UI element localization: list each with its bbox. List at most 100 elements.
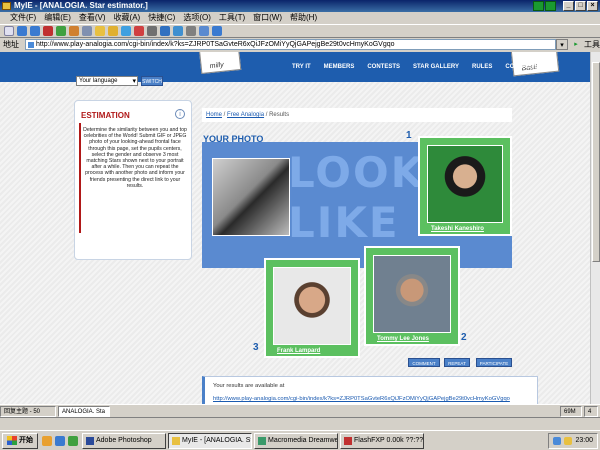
menu-window[interactable]: 窗口(W) bbox=[249, 12, 286, 24]
match-name[interactable]: Takeshi Kaneshiro bbox=[427, 226, 503, 232]
page-content: milly Basil TRY IT MEMBERS CONTESTS STAR… bbox=[0, 52, 590, 404]
menu-favorites[interactable]: 收藏(A) bbox=[110, 12, 145, 24]
task-label: MyIE - [ANALOGIA. Star ... bbox=[182, 436, 252, 444]
scrollbar-thumb[interactable] bbox=[592, 62, 600, 262]
close-button[interactable]: × bbox=[587, 1, 598, 11]
photo-signature: milly bbox=[209, 61, 225, 71]
breadcrumb-home[interactable]: Home bbox=[206, 112, 222, 118]
mail-icon[interactable] bbox=[173, 26, 183, 36]
breadcrumb-free-analogia[interactable]: Free Analogia bbox=[227, 112, 264, 118]
like-word: LIKE bbox=[288, 198, 400, 247]
folder-icon[interactable] bbox=[108, 26, 118, 36]
panel-description: Determine the similarity between you and… bbox=[83, 127, 187, 189]
pin-icon[interactable] bbox=[134, 26, 144, 36]
nav-contacts[interactable]: CONTACTS bbox=[505, 64, 538, 70]
match-card-2[interactable]: Tommy Lee Jones bbox=[364, 246, 460, 346]
volume-icon[interactable] bbox=[564, 436, 573, 445]
taskbar: 开始 Adobe Photoshop MyIE - [ANALOGIA. Sta… bbox=[0, 430, 600, 450]
participate-button[interactable]: PARTICIPATE bbox=[476, 358, 512, 367]
forward-icon[interactable] bbox=[30, 26, 40, 36]
windows-logo-icon bbox=[7, 436, 17, 445]
info-icon[interactable]: i bbox=[175, 109, 185, 119]
nav-rules[interactable]: RULES bbox=[472, 64, 492, 70]
match-name[interactable]: Tommy Lee Jones bbox=[373, 336, 451, 342]
menu-file[interactable]: 文件(F) bbox=[6, 12, 40, 24]
menu-options[interactable]: 选项(O) bbox=[179, 12, 215, 24]
match-photo[interactable] bbox=[373, 255, 451, 333]
window-titlebar[interactable]: MyIE - [ANALOGIA. Star estimator.] _ □ × bbox=[0, 0, 600, 12]
comment-button[interactable]: COMMENT bbox=[408, 358, 440, 367]
stop-icon[interactable] bbox=[43, 26, 53, 36]
task-label: Adobe Photoshop bbox=[96, 436, 152, 444]
media-player-icon[interactable] bbox=[68, 435, 78, 446]
match-card-3[interactable]: Frank Lampard bbox=[264, 258, 360, 358]
start-button[interactable]: 开始 bbox=[2, 432, 38, 449]
match-card-1[interactable]: Takeshi Kaneshiro bbox=[418, 136, 512, 236]
menu-tools[interactable]: 工具(T) bbox=[215, 12, 249, 24]
new-window-icon[interactable] bbox=[4, 26, 14, 36]
match-photo[interactable] bbox=[427, 145, 503, 223]
undo-icon[interactable] bbox=[186, 26, 196, 36]
task-label: FlashFXP 0.00k ??:?? 0%... bbox=[354, 436, 424, 444]
myie-icon bbox=[172, 436, 180, 445]
refresh-icon[interactable] bbox=[56, 26, 66, 36]
nav-try-it[interactable]: TRY IT bbox=[292, 64, 311, 70]
minimize-button[interactable]: _ bbox=[563, 1, 574, 11]
maximize-button[interactable]: □ bbox=[575, 1, 586, 11]
home-icon[interactable] bbox=[69, 26, 79, 36]
look-word: LOOK bbox=[288, 148, 426, 197]
network-icon[interactable] bbox=[553, 436, 562, 445]
results-box: Your results are available at http://www… bbox=[202, 376, 538, 404]
repeat-button[interactable]: REPEAT bbox=[444, 358, 470, 367]
photoshop-icon bbox=[86, 436, 94, 445]
menu-shortcuts[interactable]: 快捷(C) bbox=[144, 12, 179, 24]
vertical-scrollbar[interactable] bbox=[590, 52, 600, 404]
ie-icon[interactable] bbox=[55, 435, 65, 446]
nav-members[interactable]: MEMBERS bbox=[324, 64, 355, 70]
results-text: Your results are available at bbox=[213, 383, 285, 389]
forward-arrow-icon[interactable] bbox=[545, 1, 556, 11]
estimation-panel: ESTIMATION i Determine the similarity be… bbox=[74, 100, 192, 260]
url-input[interactable]: http://www.play-analogia.com/cgi-bin/ind… bbox=[25, 39, 556, 50]
start-label: 开始 bbox=[19, 436, 33, 444]
rank-number: 3 bbox=[253, 342, 259, 353]
back-icon[interactable] bbox=[17, 26, 27, 36]
task-label: Macromedia Dreamweav... bbox=[268, 436, 337, 444]
language-select[interactable]: Your language bbox=[76, 76, 138, 86]
status-tab-forum[interactable]: 回复主题 - 50 bbox=[0, 405, 56, 417]
window-icon[interactable] bbox=[199, 26, 209, 36]
media-icon[interactable] bbox=[160, 26, 170, 36]
search-icon[interactable] bbox=[82, 26, 92, 36]
nav-star-gallery[interactable]: STAR GALLERY bbox=[413, 64, 459, 70]
menu-help[interactable]: 帮助(H) bbox=[286, 12, 321, 24]
status-tab-analogia[interactable]: ANALOGIA. Sta bbox=[58, 405, 110, 417]
url-dropdown-icon[interactable]: ▾ bbox=[556, 39, 568, 50]
desktop-icon[interactable] bbox=[42, 435, 52, 446]
history-icon[interactable] bbox=[121, 26, 131, 36]
menu-bar: 文件(F) 编辑(E) 查看(V) 收藏(A) 快捷(C) 选项(O) 工具(T… bbox=[0, 12, 600, 24]
match-photo[interactable] bbox=[273, 267, 351, 345]
favorites-icon[interactable] bbox=[95, 26, 105, 36]
results-link[interactable]: http://www.play-analogia.com/cgi-bin/ind… bbox=[213, 396, 529, 402]
app-icon bbox=[2, 2, 11, 10]
switch-button[interactable]: SWITCH bbox=[141, 76, 163, 86]
toolbox-label[interactable]: 工具 bbox=[584, 39, 600, 50]
options-icon[interactable] bbox=[212, 26, 222, 36]
clock[interactable]: 23:00 bbox=[575, 437, 593, 444]
task-myie[interactable]: MyIE - [ANALOGIA. Star ... bbox=[168, 432, 252, 449]
task-photoshop[interactable]: Adobe Photoshop bbox=[82, 432, 166, 449]
dreamweaver-icon bbox=[258, 436, 266, 445]
toolbar bbox=[0, 24, 600, 38]
breadcrumb-current: Results bbox=[269, 112, 290, 118]
task-dreamweaver[interactable]: Macromedia Dreamweav... bbox=[254, 432, 338, 449]
go-button[interactable] bbox=[570, 39, 582, 50]
back-arrow-icon[interactable] bbox=[533, 1, 544, 11]
memory-indicator: 69M bbox=[560, 405, 582, 417]
nav-contests[interactable]: CONTESTS bbox=[367, 64, 400, 70]
rank-number: 2 bbox=[461, 332, 467, 343]
task-flashfxp[interactable]: FlashFXP 0.00k ??:?? 0%... bbox=[340, 432, 424, 449]
menu-view[interactable]: 查看(V) bbox=[75, 12, 110, 24]
menu-edit[interactable]: 编辑(E) bbox=[40, 12, 75, 24]
match-name[interactable]: Frank Lampard bbox=[273, 348, 351, 354]
print-icon[interactable] bbox=[147, 26, 157, 36]
